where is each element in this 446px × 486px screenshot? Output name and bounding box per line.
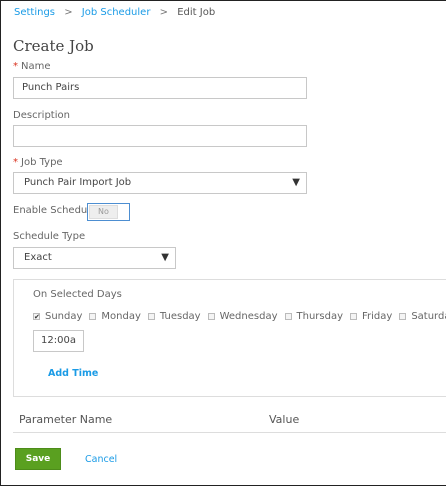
day-option-wednesday[interactable]: Wednesday bbox=[207, 311, 278, 322]
breadcrumb-current: Edit Job bbox=[177, 7, 216, 18]
job-type-value: Punch Pair Import Job bbox=[24, 177, 132, 188]
toggle-value: No bbox=[89, 205, 118, 219]
day-label: Tuesday bbox=[159, 311, 201, 322]
schedule-type-select[interactable]: Exact ▼ bbox=[13, 247, 176, 269]
parameter-name-header: Parameter Name bbox=[19, 413, 113, 426]
schedule-type-label: Schedule Type bbox=[13, 231, 86, 242]
job-type-label: * Job Type bbox=[13, 157, 63, 168]
job-type-label-text: Job Type bbox=[21, 157, 63, 168]
value-header: Value bbox=[269, 413, 300, 426]
day-option-sunday[interactable]: ✔ Sunday bbox=[33, 311, 82, 322]
day-option-thursday[interactable]: Thursday bbox=[284, 311, 344, 322]
breadcrumb-separator: > bbox=[159, 7, 169, 18]
checkbox-icon[interactable] bbox=[89, 313, 97, 320]
day-label: Thursday bbox=[296, 311, 344, 322]
name-input[interactable]: Punch Pairs bbox=[13, 77, 307, 99]
day-label: Monday bbox=[101, 311, 141, 322]
day-label: Sunday bbox=[45, 311, 83, 322]
save-button[interactable]: Save bbox=[15, 448, 61, 470]
required-mark: * bbox=[13, 157, 18, 168]
checkbox-icon[interactable] bbox=[284, 313, 292, 320]
page-title: Create Job bbox=[13, 37, 94, 55]
checkbox-icon[interactable] bbox=[147, 313, 155, 320]
schedule-type-value: Exact bbox=[24, 252, 52, 263]
description-label: Description bbox=[13, 110, 70, 121]
time-input[interactable]: 12:00a bbox=[33, 330, 84, 352]
job-type-select[interactable]: Punch Pair Import Job ▼ bbox=[13, 172, 307, 194]
day-label: Saturday bbox=[411, 311, 446, 322]
selected-days-heading: On Selected Days bbox=[33, 289, 122, 300]
checkbox-icon[interactable] bbox=[207, 313, 215, 320]
dropdown-caret-icon: ▼ bbox=[161, 252, 169, 263]
breadcrumb-settings[interactable]: Settings bbox=[14, 7, 55, 18]
day-checkboxes: ✔ Sunday Monday Tuesday Wednesday Thursday Fri… bbox=[33, 311, 446, 322]
add-time-link[interactable]: Add Time bbox=[48, 368, 98, 379]
checkbox-icon[interactable] bbox=[399, 313, 407, 320]
breadcrumb-job-scheduler[interactable]: Job Scheduler bbox=[82, 7, 151, 18]
day-option-friday[interactable]: Friday bbox=[350, 311, 392, 322]
name-label-text: Name bbox=[21, 61, 51, 72]
day-option-saturday[interactable]: Saturday bbox=[399, 311, 446, 322]
day-label: Wednesday bbox=[219, 311, 278, 322]
day-option-tuesday[interactable]: Tuesday bbox=[147, 311, 201, 322]
cancel-link[interactable]: Cancel bbox=[85, 454, 117, 465]
enable-schedule-toggle[interactable]: No bbox=[87, 203, 130, 221]
breadcrumb-separator: > bbox=[64, 7, 73, 18]
description-input[interactable] bbox=[13, 125, 307, 147]
required-mark: * bbox=[13, 61, 18, 72]
enable-schedule-label: Enable Schedule bbox=[13, 205, 97, 216]
checkbox-icon[interactable] bbox=[350, 313, 357, 320]
checkbox-icon[interactable]: ✔ bbox=[33, 313, 40, 321]
dropdown-caret-icon: ▼ bbox=[292, 177, 300, 188]
table-divider bbox=[13, 432, 446, 433]
day-label: Friday bbox=[362, 311, 393, 322]
name-label: * Name bbox=[13, 61, 51, 72]
breadcrumb: Settings > Job Scheduler > Edit Job bbox=[14, 7, 215, 18]
day-option-monday[interactable]: Monday bbox=[89, 311, 141, 322]
